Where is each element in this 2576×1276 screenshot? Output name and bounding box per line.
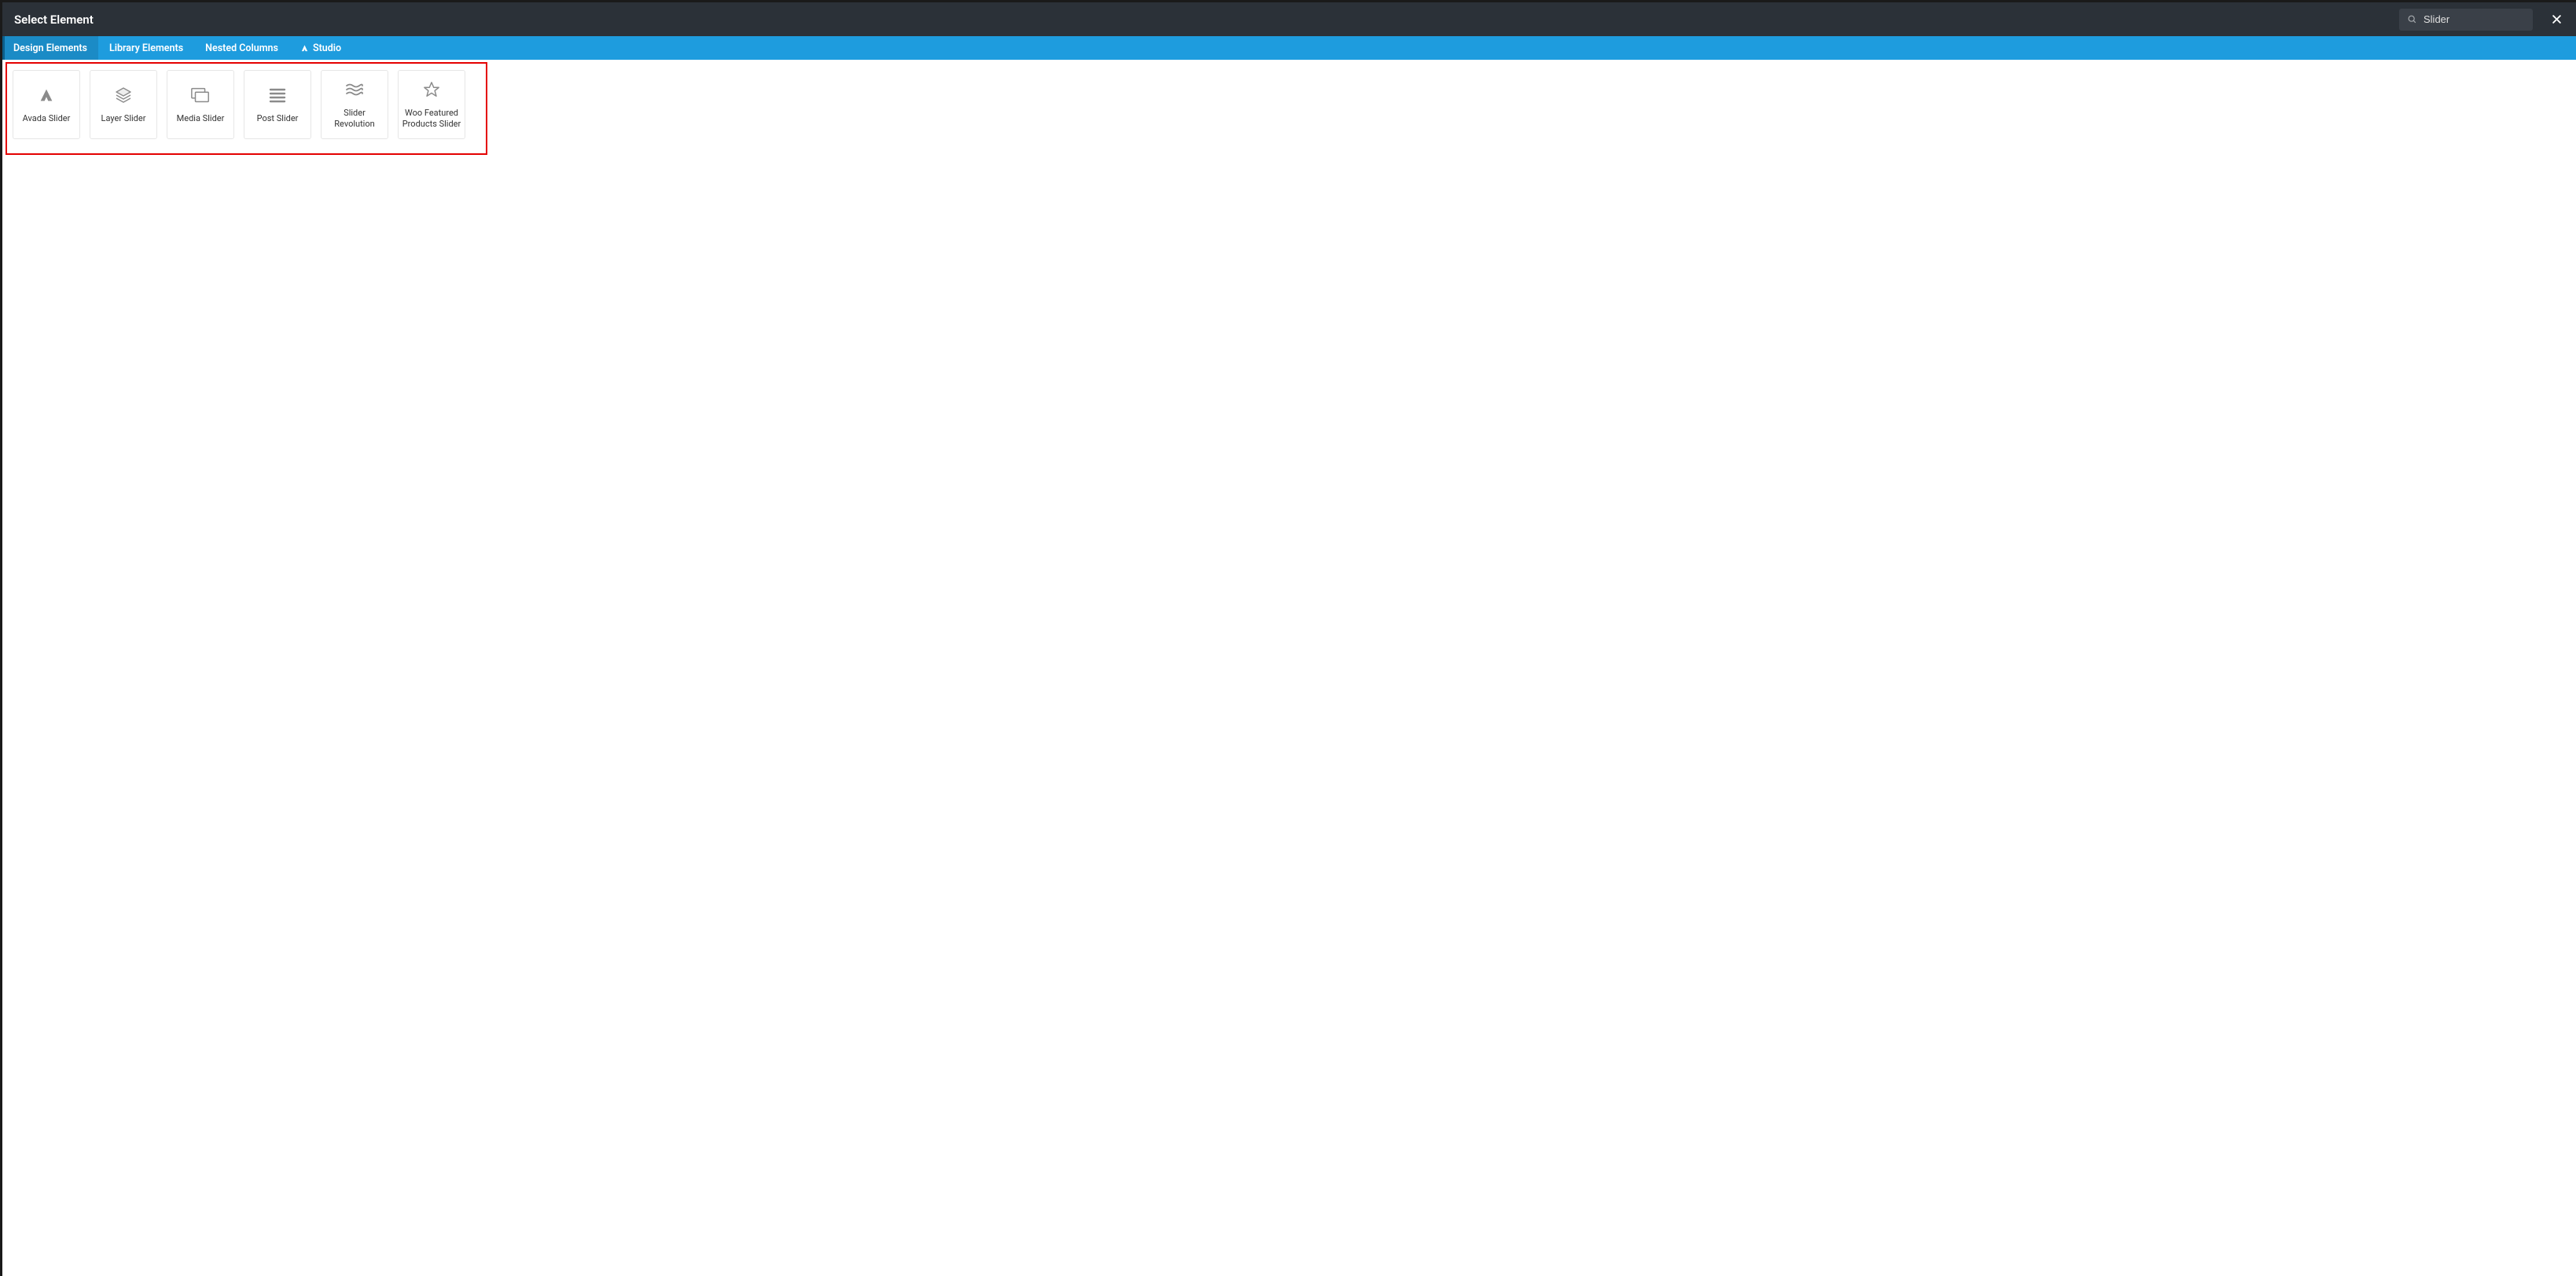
element-label: Post Slider — [257, 113, 299, 124]
tab-library-elements[interactable]: Library Elements — [98, 36, 194, 60]
element-label: Slider Revolution — [325, 108, 384, 130]
element-woo-featured-products-slider[interactable]: Woo Featured Products Slider — [398, 70, 465, 139]
element-media-slider[interactable]: Media Slider — [167, 70, 234, 139]
search-icon — [2407, 14, 2417, 24]
tab-label: Library Elements — [109, 42, 183, 54]
tab-design-elements[interactable]: Design Elements — [2, 36, 98, 60]
element-label: Layer Slider — [101, 113, 146, 124]
element-slider-revolution[interactable]: Slider Revolution — [321, 70, 388, 139]
tab-studio[interactable]: Studio — [289, 36, 352, 60]
element-grid: Avada Slider Layer Slider — [2, 60, 2576, 149]
select-element-modal: Select Element Design Elements Libra — [2, 2, 2576, 1276]
search-input[interactable] — [2423, 13, 2525, 25]
modal-header: Select Element — [2, 2, 2576, 36]
tab-bar: Design Elements Library Elements Nested … — [2, 36, 2576, 60]
tab-nested-columns[interactable]: Nested Columns — [194, 36, 289, 60]
close-button[interactable] — [2548, 12, 2564, 28]
content-area: Avada Slider Layer Slider — [2, 60, 2576, 1276]
element-layer-slider[interactable]: Layer Slider — [90, 70, 157, 139]
tab-label: Design Elements — [13, 42, 87, 54]
element-label: Media Slider — [177, 113, 225, 124]
layers-icon — [113, 85, 134, 105]
tab-label: Nested Columns — [205, 42, 278, 54]
modal-title: Select Element — [14, 13, 94, 27]
search-box[interactable] — [2399, 9, 2533, 31]
star-icon — [421, 79, 442, 100]
element-label: Woo Featured Products Slider — [402, 108, 461, 130]
close-icon — [2551, 13, 2563, 25]
element-label: Avada Slider — [23, 113, 71, 124]
waves-icon — [344, 79, 365, 100]
element-avada-slider[interactable]: Avada Slider — [13, 70, 80, 139]
avada-slider-icon — [36, 85, 57, 105]
avada-logo-icon — [300, 44, 309, 53]
tab-label: Studio — [313, 42, 341, 54]
header-right — [2399, 9, 2564, 31]
element-post-slider[interactable]: Post Slider — [244, 70, 311, 139]
lines-icon — [267, 85, 288, 105]
media-icon — [190, 85, 211, 105]
